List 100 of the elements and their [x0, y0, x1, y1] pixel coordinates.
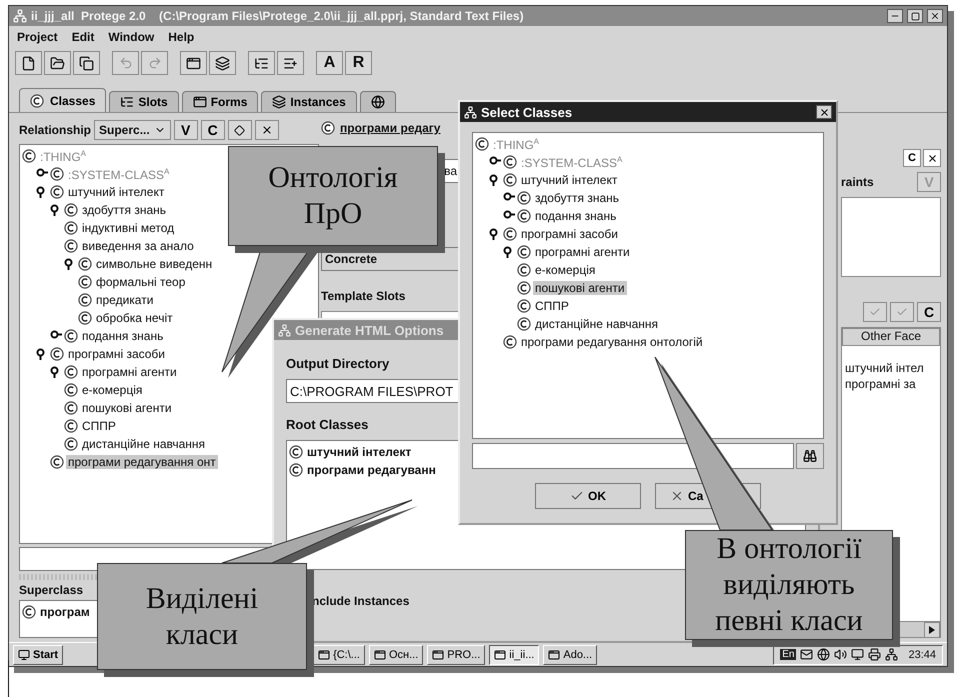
check-button[interactable]: [890, 302, 914, 322]
tree-item[interactable]: дистанційне навчання: [533, 317, 660, 331]
tree-item[interactable]: пошукові агенти: [80, 401, 174, 415]
search-field[interactable]: [472, 443, 794, 469]
maximize-button[interactable]: [907, 9, 923, 23]
relationship-label: Relationship: [19, 123, 92, 137]
menu-item[interactable]: Help: [168, 30, 194, 44]
tree-item[interactable]: програмні агенти: [80, 365, 179, 379]
globe-icon[interactable]: [817, 648, 830, 661]
tree-item[interactable]: символьне виведенн: [94, 257, 214, 271]
tree-item[interactable]: штучний інтелект: [66, 185, 166, 199]
taskbar-button[interactable]: PRO...: [427, 644, 486, 664]
start-button[interactable]: Start: [13, 644, 64, 664]
close-button[interactable]: [923, 149, 941, 167]
dialog-title: Generate HTML Options: [295, 322, 444, 338]
list-item[interactable]: штучний інтелект: [305, 445, 414, 459]
taskbar-button[interactable]: {C:\...: [313, 644, 365, 664]
tree-item[interactable]: програми редагування онт: [66, 455, 218, 469]
close-button[interactable]: [816, 105, 832, 119]
superclasses-label: Superclass: [19, 583, 84, 597]
tree-item[interactable]: здобуття знань: [533, 191, 622, 205]
search-button[interactable]: [796, 443, 824, 469]
class-icon: [475, 137, 489, 151]
close-icon: [926, 152, 938, 164]
tree-item[interactable]: предикати: [94, 293, 156, 307]
tree-item[interactable]: програмні засоби: [66, 347, 168, 361]
class-icon: [517, 317, 531, 331]
tree-item[interactable]: програмні агенти: [533, 245, 632, 259]
tree-item[interactable]: :THING$^{A}$: [491, 136, 542, 152]
list-item[interactable]: програм: [38, 605, 92, 619]
language-indicator[interactable]: En: [780, 649, 796, 660]
ok-button[interactable]: OK: [535, 483, 641, 509]
close-button[interactable]: [927, 9, 943, 23]
copy-button[interactable]: [73, 51, 100, 75]
abstract-marker: A: [617, 154, 622, 164]
tree-item[interactable]: обробка нечіт: [94, 311, 175, 325]
menu-item[interactable]: Window: [108, 30, 154, 44]
class-icon: [289, 445, 303, 459]
tree-item[interactable]: :SYSTEM-CLASS$^{A}$: [519, 154, 624, 170]
constraints-label: raints: [841, 175, 874, 189]
toolbar-button[interactable]: R: [345, 51, 372, 75]
delete-button[interactable]: [254, 120, 279, 140]
mail-icon[interactable]: [800, 648, 814, 661]
dialog-title: Select Classes: [481, 104, 572, 120]
printer-icon[interactable]: [868, 648, 882, 661]
class-icon: [517, 191, 531, 205]
class-button[interactable]: C: [903, 149, 921, 167]
class-icon: [321, 121, 335, 135]
tree-item[interactable]: виведення за анало: [80, 239, 196, 253]
tab[interactable]: [360, 91, 396, 112]
facet-button[interactable]: C: [917, 302, 941, 322]
tab[interactable]: Slots: [109, 91, 179, 112]
check-button[interactable]: [863, 302, 887, 322]
diamond-button[interactable]: [228, 120, 252, 140]
window-button[interactable]: [180, 51, 207, 75]
relationship-dropdown[interactable]: Superc...: [94, 120, 171, 140]
list-item[interactable]: програми редагуванн: [305, 463, 438, 477]
tree-item[interactable]: СППР: [533, 299, 571, 313]
tab[interactable]: Forms: [182, 91, 258, 112]
tree-item[interactable]: індуктивні метод: [80, 221, 176, 235]
toolbar-button[interactable]: A: [316, 51, 343, 75]
menu-item[interactable]: Edit: [72, 30, 94, 44]
open-folder-button[interactable]: [44, 51, 71, 75]
tree-item[interactable]: :THING$^{A}$: [38, 148, 88, 164]
tree-item[interactable]: пошукові агенти: [533, 281, 627, 295]
new-file-button[interactable]: [15, 51, 42, 75]
tree-item[interactable]: подання знань: [533, 209, 618, 223]
tree-item[interactable]: е-комерція: [533, 263, 598, 277]
taskbar-button[interactable]: Осн...: [368, 644, 424, 664]
taskbar-button[interactable]: ii_ii...: [489, 644, 540, 664]
scroll-right-button[interactable]: [924, 622, 940, 638]
layers-button[interactable]: [209, 51, 236, 75]
taskbar-button[interactable]: Ado...: [543, 644, 598, 664]
tree-item[interactable]: формальні теор: [94, 275, 188, 289]
menu-item[interactable]: Project: [17, 30, 58, 44]
monitor-icon[interactable]: [851, 648, 864, 661]
tree-item[interactable]: СППР: [80, 419, 118, 433]
folder-icon: [50, 56, 65, 70]
tree-item[interactable]: е-комерція: [80, 383, 144, 397]
tree-item[interactable]: програми редагування онтологій: [519, 335, 705, 349]
cross-icon: [670, 489, 684, 503]
tree-item[interactable]: дистанційне навчання: [80, 437, 208, 451]
tab[interactable]: Classes: [19, 88, 106, 112]
app-icon: [278, 324, 291, 336]
class-tool-button[interactable]: C: [200, 120, 225, 140]
tree-item[interactable]: здобуття знань: [80, 203, 168, 217]
tree-item[interactable]: :SYSTEM-CLASS$^{A}$: [66, 166, 172, 182]
class-tool-button[interactable]: V: [174, 120, 198, 140]
diamond-icon: [234, 124, 246, 136]
network-icon[interactable]: [885, 648, 898, 661]
tab[interactable]: Instances: [261, 91, 357, 112]
tree-item[interactable]: програмні засоби: [519, 227, 620, 241]
volume-icon[interactable]: [834, 648, 848, 661]
class-icon: [50, 347, 64, 361]
tree-button[interactable]: [248, 51, 275, 75]
abstract-marker: A: [164, 166, 170, 176]
list-add-button[interactable]: [277, 51, 304, 75]
minimize-button[interactable]: [887, 9, 903, 23]
tree-item[interactable]: подання знань: [80, 329, 166, 343]
tree-item[interactable]: штучний інтелект: [519, 173, 620, 187]
